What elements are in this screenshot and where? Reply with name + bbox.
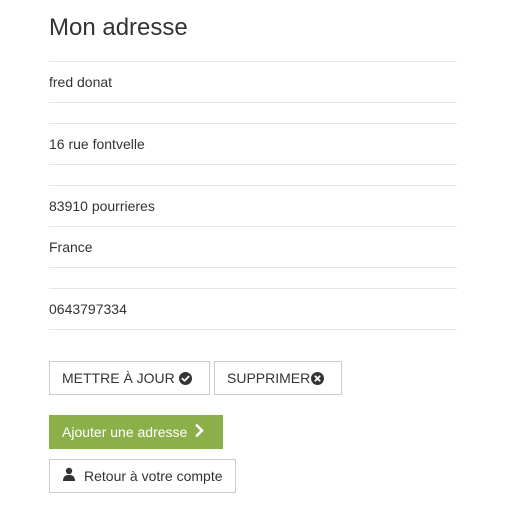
update-address-label: METTRE À JOUR (62, 370, 175, 386)
back-to-account-label: Retour à votre compte (84, 468, 223, 484)
delete-address-button[interactable]: SUPPRIMER (214, 361, 342, 395)
user-icon (62, 460, 76, 492)
remove-circle-icon (311, 371, 325, 385)
address-details: fred donat 16 rue fontvelle 83910 pourri… (49, 61, 457, 330)
address-street: 16 rue fontvelle (49, 123, 457, 164)
address-street2 (49, 164, 457, 185)
check-circle-icon (178, 371, 192, 385)
add-address-label: Ajouter une adresse (62, 424, 188, 440)
address-city-line: 83910 pourrieres (49, 185, 457, 226)
address-phone-home (49, 267, 457, 288)
address-company (49, 102, 457, 123)
address-country: France (49, 226, 457, 267)
page-title: Mon adresse (49, 14, 188, 41)
address-phone: 0643797334 (49, 288, 457, 330)
update-address-button[interactable]: METTRE À JOUR (49, 361, 210, 395)
add-address-button[interactable]: Ajouter une adresse (49, 415, 223, 449)
back-to-account-button[interactable]: Retour à votre compte (49, 459, 236, 493)
chevron-right-icon (195, 416, 205, 448)
delete-address-label: SUPPRIMER (227, 370, 311, 386)
address-name: fred donat (49, 61, 457, 102)
